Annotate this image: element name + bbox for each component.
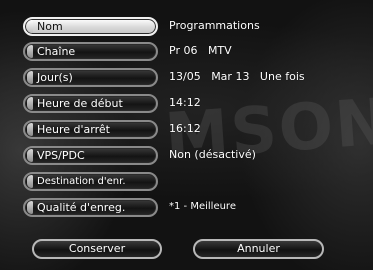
name-button-label: Nom: [37, 20, 63, 33]
destination-button[interactable]: Destination d'enr.: [23, 172, 158, 191]
button-cap-icon: [27, 175, 33, 188]
start-time-button[interactable]: Heure de début: [23, 94, 158, 113]
end-time-value: 16:12: [169, 122, 201, 135]
cancel-button[interactable]: Annuler: [193, 239, 324, 259]
channel-button-label: Chaîne: [37, 45, 76, 58]
name-value: Programmations: [169, 19, 260, 32]
button-cap-icon: [27, 20, 33, 33]
button-cap-icon: [27, 123, 33, 136]
vps-pdc-value: Non (désactivé): [169, 148, 256, 161]
button-cap-icon: [27, 71, 33, 84]
quality-button[interactable]: Qualité d'enreg.: [23, 198, 158, 217]
button-cap-icon: [27, 97, 33, 110]
name-button[interactable]: Nom: [23, 17, 158, 36]
days-button-label: Jour(s): [37, 71, 73, 84]
days-value: 13/05 Mar 13 Une fois: [169, 70, 305, 83]
button-cap-icon: [27, 45, 33, 58]
channel-button[interactable]: Chaîne: [23, 42, 158, 61]
vps-pdc-button[interactable]: VPS/PDC: [23, 146, 158, 165]
destination-button-label: Destination d'enr.: [37, 176, 126, 187]
end-time-button[interactable]: Heure d'arrêt: [23, 120, 158, 139]
quality-button-label: Qualité d'enreg.: [37, 201, 126, 214]
quality-value: *1 - Meilleure: [169, 201, 236, 212]
vps-pdc-button-label: VPS/PDC: [37, 149, 85, 162]
start-time-button-label: Heure de début: [37, 97, 123, 110]
end-time-button-label: Heure d'arrêt: [37, 123, 110, 136]
days-button[interactable]: Jour(s): [23, 68, 158, 87]
channel-value: Pr 06 MTV: [169, 44, 232, 57]
save-button[interactable]: Conserver: [32, 239, 162, 259]
start-time-value: 14:12: [169, 96, 201, 109]
button-cap-icon: [27, 149, 33, 162]
button-cap-icon: [27, 201, 33, 214]
